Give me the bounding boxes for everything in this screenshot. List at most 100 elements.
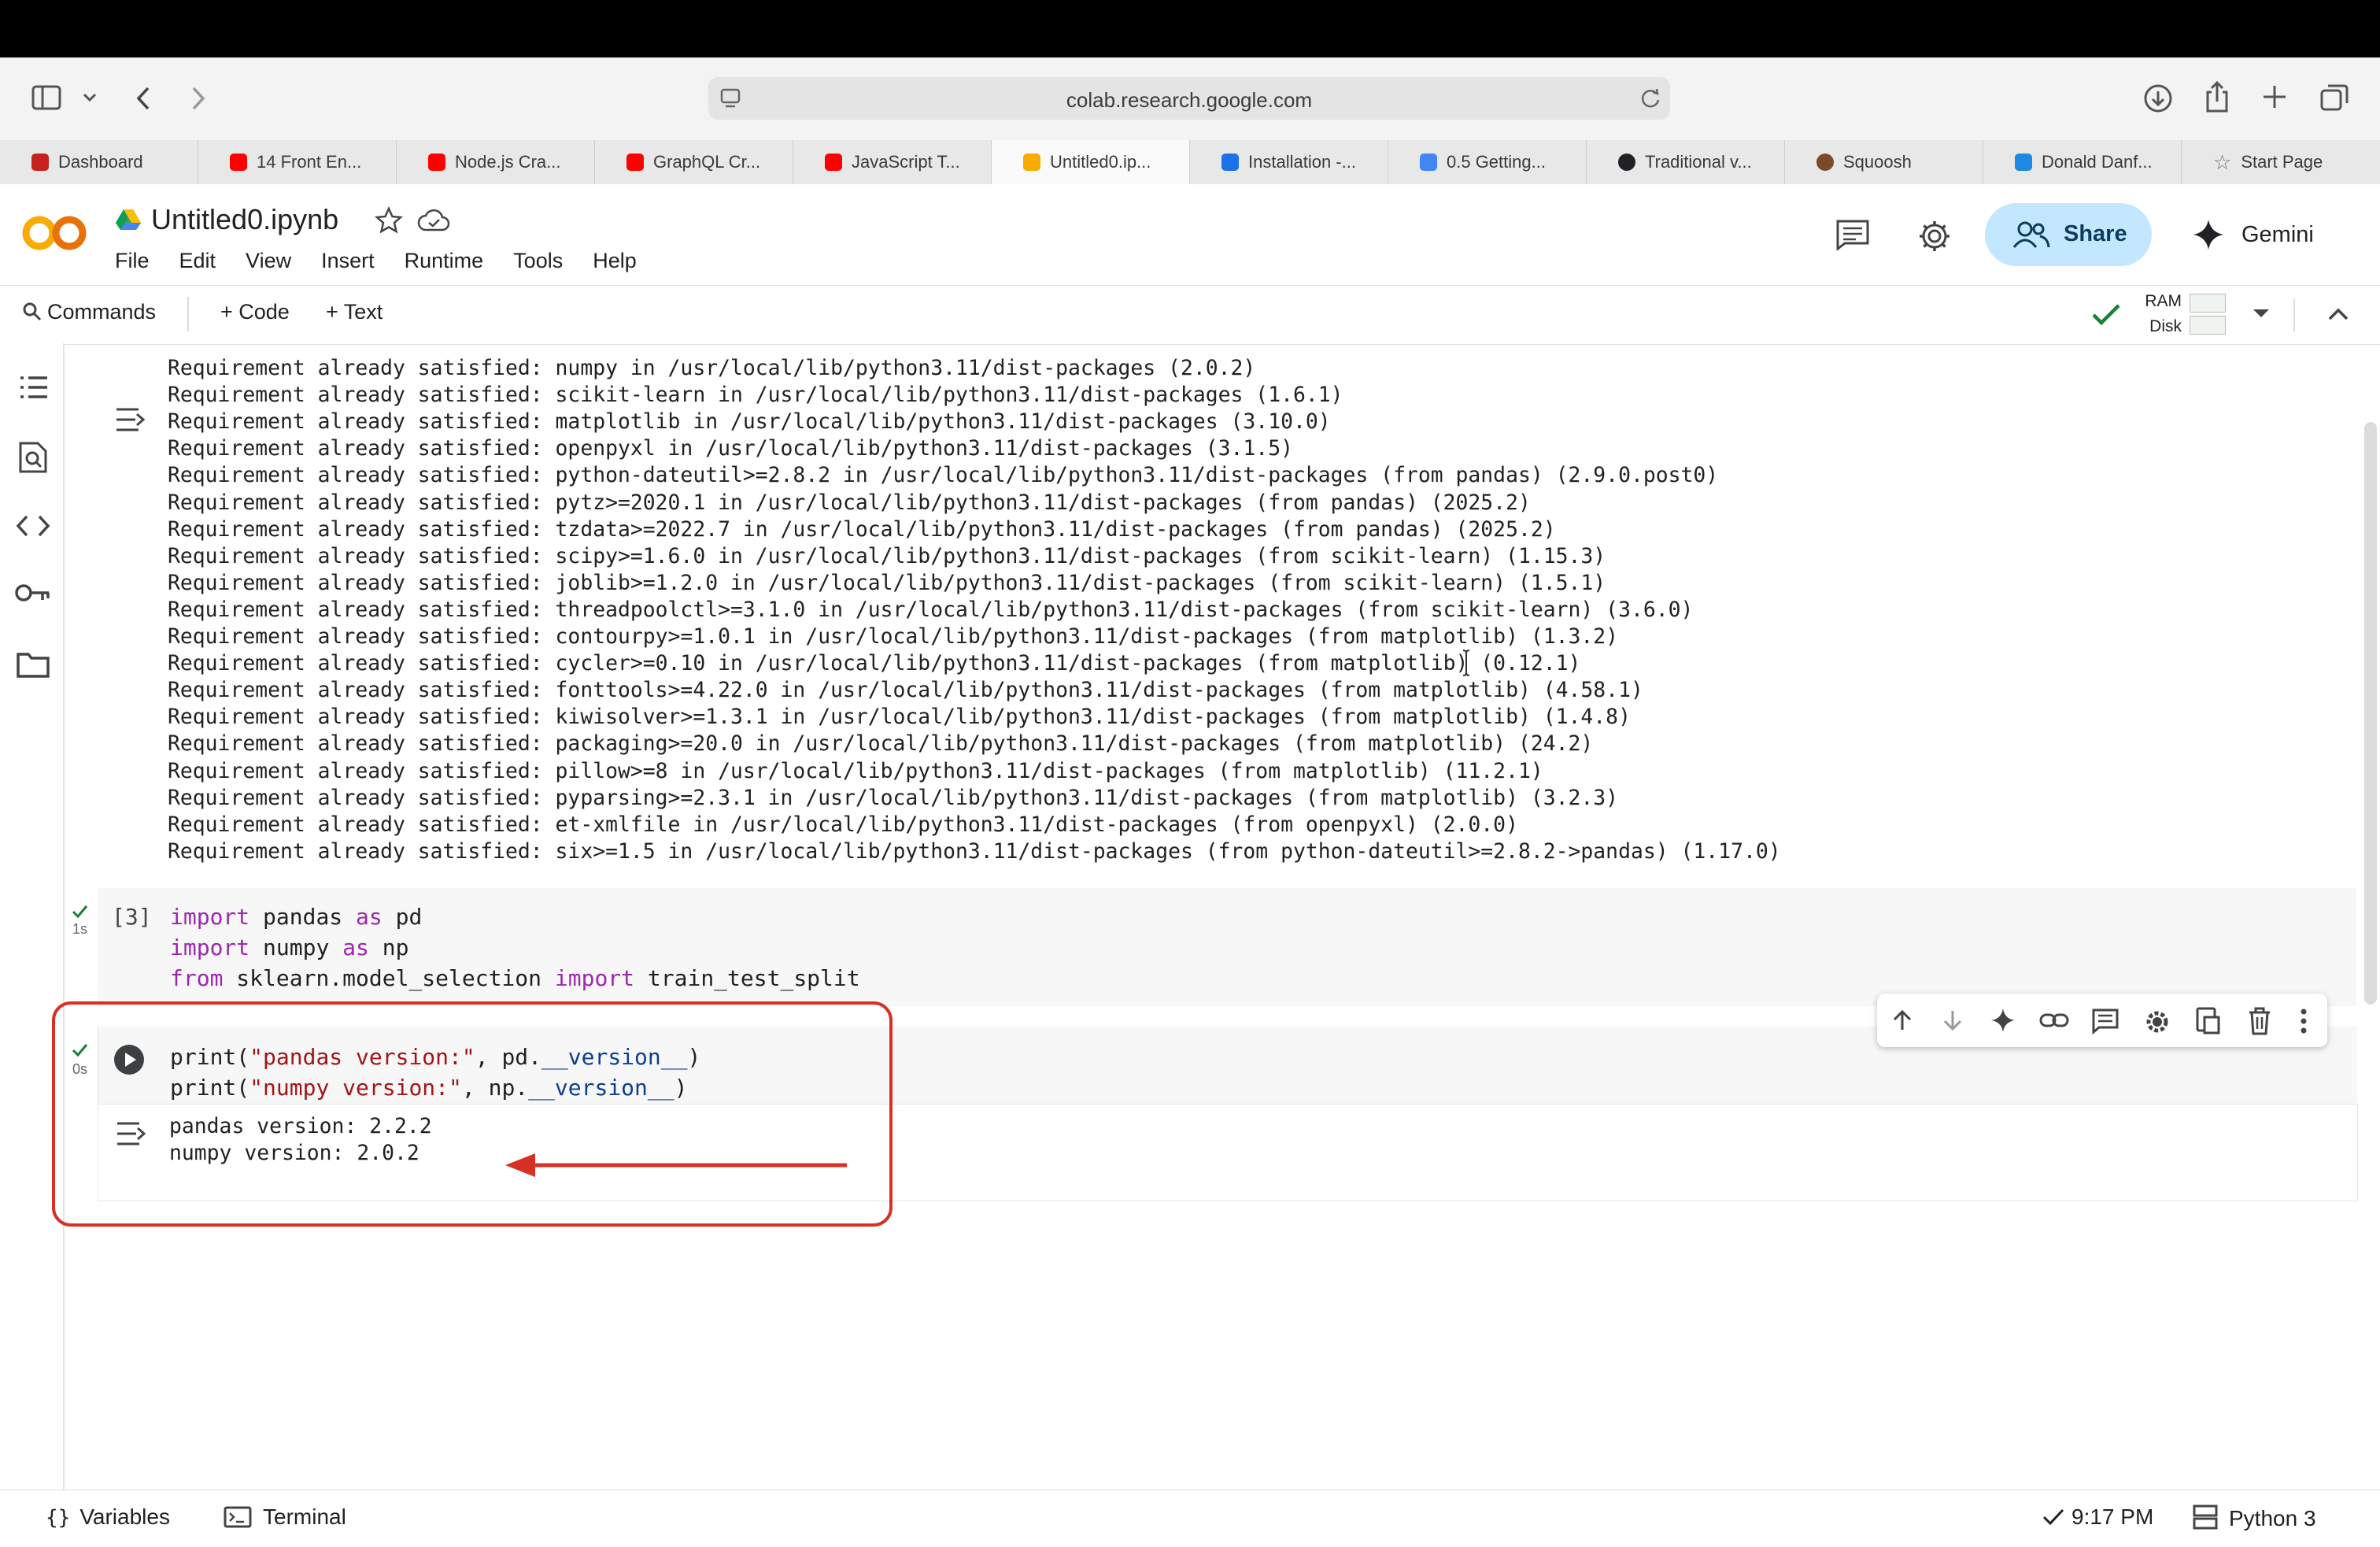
- menu-runtime[interactable]: Runtime: [405, 249, 484, 272]
- youtube-icon: [825, 154, 842, 171]
- tab-overview-icon[interactable]: [2320, 83, 2350, 113]
- docs-icon: [1420, 154, 1437, 171]
- notebook-toolbar: Commands + Code + Text RAM Disk: [0, 285, 2380, 345]
- people-icon: [2012, 221, 2050, 248]
- code-token: import: [170, 934, 250, 960]
- screen-top-bar: [0, 0, 2380, 57]
- commands-button[interactable]: Commands: [22, 300, 156, 324]
- runtime-server-icon: [2193, 1504, 2218, 1530]
- reload-icon[interactable]: [1640, 87, 1662, 109]
- find-replace-icon[interactable]: [17, 441, 49, 474]
- output-line: Requirement already satisfied: pillow>=8…: [168, 758, 1543, 783]
- browser-tab[interactable]: GraphQL Cr...: [595, 140, 793, 184]
- share-page-icon[interactable]: [2204, 80, 2230, 114]
- resource-labels[interactable]: RAM Disk: [2141, 289, 2182, 339]
- delete-trash-icon[interactable]: [2247, 1006, 2272, 1036]
- output-line: Requirement already satisfied: packaging…: [168, 731, 1594, 757]
- output-line: Requirement already satisfied: threadpoo…: [168, 597, 1694, 622]
- output-line: Requirement already satisfied: openpyxl …: [168, 436, 1293, 461]
- menu-bar: File Edit View Insert Runtime Tools Help: [115, 249, 667, 273]
- output-line: Requirement already satisfied: pyparsing…: [168, 785, 1619, 810]
- disk-usage-bar: [2190, 316, 2226, 335]
- files-folder-icon[interactable]: [16, 650, 50, 679]
- code-line[interactable]: import pandas as pd: [170, 904, 422, 930]
- output-line: Requirement already satisfied: kiwisolve…: [168, 705, 1631, 730]
- browser-tab[interactable]: ☆ Start Page: [2182, 140, 2380, 184]
- code-line[interactable]: import numpy as np: [170, 934, 408, 960]
- browser-tab[interactable]: Node.js Cra...: [397, 140, 595, 184]
- download-icon[interactable]: [2142, 83, 2174, 114]
- browser-tab[interactable]: Installation -...: [1190, 140, 1388, 184]
- browser-tab[interactable]: 0.5 Getting...: [1388, 140, 1587, 184]
- menu-edit[interactable]: Edit: [179, 249, 216, 272]
- scrollbar-thumb[interactable]: [2364, 422, 2377, 1005]
- code-token: np: [368, 934, 409, 960]
- settings-gear-icon[interactable]: [1917, 219, 1952, 254]
- code-token: pd: [382, 904, 423, 930]
- menu-help[interactable]: Help: [593, 249, 637, 272]
- table-of-contents-icon[interactable]: [17, 373, 50, 402]
- move-down-arrow-icon[interactable]: [1940, 1008, 1965, 1033]
- menu-insert[interactable]: Insert: [321, 249, 375, 272]
- menu-tools[interactable]: Tools: [513, 249, 563, 272]
- runtime-indicator[interactable]: Python 3: [2193, 1504, 2316, 1531]
- gemini-sparkle-icon[interactable]: [1990, 1008, 2016, 1033]
- settings-gear-icon[interactable]: [2143, 1008, 2171, 1036]
- address-bar[interactable]: colab.research.google.com: [708, 77, 1670, 120]
- code-line[interactable]: from sklearn.model_selection import trai…: [170, 965, 860, 991]
- output-toggle-icon[interactable]: [113, 405, 146, 435]
- forward-arrow-icon[interactable]: [189, 85, 208, 112]
- output-line: Requirement already satisfied: contourpy…: [168, 624, 1619, 649]
- code-snippets-icon[interactable]: [16, 513, 50, 538]
- chevron-down-icon[interactable]: [2251, 306, 2271, 322]
- link-icon[interactable]: [2039, 1009, 2069, 1031]
- toolbar-divider: [187, 297, 189, 331]
- mirror-cell-icon[interactable]: [2195, 1006, 2222, 1036]
- move-up-arrow-icon[interactable]: [1890, 1008, 1915, 1033]
- secrets-key-icon[interactable]: [14, 579, 52, 606]
- output-line: Requirement already satisfied: joblib>=1…: [168, 570, 1606, 595]
- drive-icon[interactable]: [115, 208, 142, 231]
- execution-status[interactable]: 9:17 PM: [2042, 1504, 2153, 1530]
- share-button[interactable]: Share: [1985, 203, 2152, 266]
- comment-icon[interactable]: [2091, 1008, 2119, 1034]
- variables-button[interactable]: {} Variables: [46, 1504, 170, 1530]
- share-label: Share: [2064, 221, 2127, 246]
- code-token: import: [170, 904, 250, 930]
- comments-icon[interactable]: [1835, 219, 1870, 250]
- add-code-button[interactable]: + Code: [220, 300, 290, 324]
- output-line: Requirement already satisfied: six>=1.5 …: [168, 838, 1781, 864]
- browser-tab[interactable]: 14 Front En...: [198, 140, 397, 184]
- browser-tab[interactable]: Traditional v...: [1587, 140, 1785, 184]
- menu-view[interactable]: View: [246, 249, 291, 272]
- more-options-icon[interactable]: [2299, 1008, 2308, 1034]
- menu-file[interactable]: File: [115, 249, 150, 272]
- code-token: train_test_split: [634, 965, 860, 991]
- browser-tab-active[interactable]: Untitled0.ip...: [992, 140, 1190, 184]
- colab-header: Untitled0.ipynb File Edit View Insert Runtim…: [0, 184, 2380, 285]
- cloud-saved-icon: [417, 209, 450, 231]
- braces-icon: {}: [46, 1506, 71, 1530]
- back-arrow-icon[interactable]: [134, 85, 153, 112]
- colab-logo-icon[interactable]: [20, 213, 88, 254]
- star-icon[interactable]: [375, 206, 403, 235]
- chevron-down-icon[interactable]: [82, 91, 98, 104]
- chevron-up-icon[interactable]: [2326, 305, 2350, 324]
- new-tab-icon[interactable]: [2260, 83, 2289, 111]
- browser-tab[interactable]: Squoosh: [1785, 140, 1983, 184]
- notebook-title[interactable]: Untitled0.ipynb: [151, 203, 338, 236]
- add-text-button[interactable]: + Text: [326, 300, 382, 324]
- terminal-button[interactable]: Terminal: [224, 1504, 346, 1530]
- output-line: Requirement already satisfied: scipy>=1.…: [168, 543, 1606, 568]
- browser-tab[interactable]: Donald Danf...: [1983, 140, 2182, 184]
- browser-tab[interactable]: Dashboard: [0, 140, 198, 184]
- browser-tab[interactable]: JavaScript T...: [793, 140, 992, 184]
- left-sidebar: [0, 343, 65, 1490]
- ram-usage-bar: [2190, 294, 2226, 313]
- run-success-check-icon: [72, 905, 88, 919]
- url-text: colab.research.google.com: [1066, 88, 1313, 112]
- site-icon: [1221, 154, 1239, 171]
- gmail-icon: [31, 154, 49, 171]
- annotation-arrow-icon: [505, 1153, 847, 1177]
- sidebar-toggle-icon[interactable]: [31, 85, 63, 112]
